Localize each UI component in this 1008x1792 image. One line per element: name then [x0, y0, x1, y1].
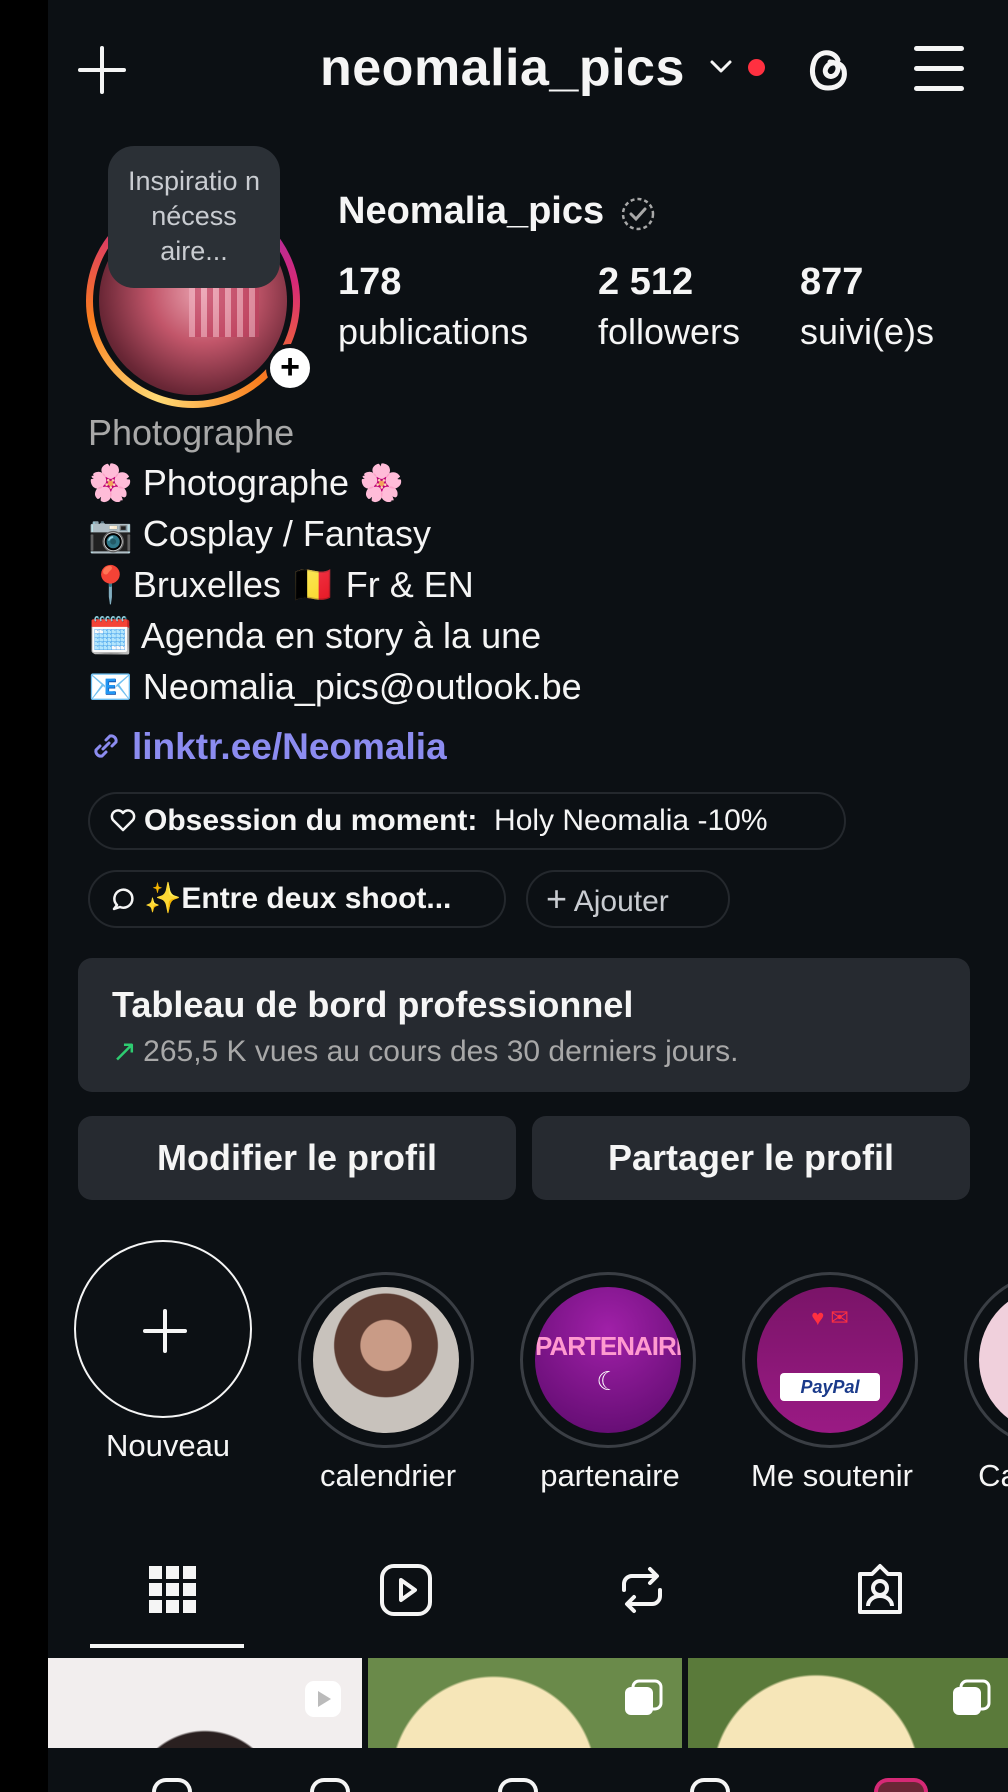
partenaire-cover-text: PARTENAIRE [535, 1331, 681, 1361]
stat-label: followers [598, 311, 741, 352]
highlight-cover [313, 1287, 459, 1433]
edit-profile-button[interactable]: Modifier le profil [78, 1116, 516, 1200]
create-icon[interactable] [498, 1778, 538, 1792]
carousel-badge-icon [953, 1679, 991, 1715]
stat-followers[interactable]: 2 512 followers [598, 258, 740, 358]
display-name: Neomalia_pics [338, 190, 605, 232]
account-username[interactable]: neomalia_pics [320, 38, 685, 98]
chevron-down-icon[interactable] [708, 54, 734, 80]
stat-value: 178 [338, 261, 402, 303]
profile-category: Photographe [88, 412, 295, 453]
heart-icon [110, 809, 136, 832]
highlight-label: calendrier [319, 1458, 457, 1493]
stat-label: suivi(e)s [800, 311, 935, 352]
bio-line: 📍Bruxelles 🇧🇪 Fr & EN [88, 564, 474, 605]
obsession-chip[interactable]: Obsession du moment: Holy Neomalia -10% [88, 792, 846, 850]
profile-screen: neomalia_pics + Inspiratio n nécess aire… [48, 0, 1008, 1792]
paypal-cover-text: PayPal [780, 1373, 880, 1401]
obsession-label: Obsession du moment: [144, 804, 478, 837]
home-icon[interactable] [152, 1778, 192, 1792]
add-chip-plus-icon: + [546, 878, 568, 919]
note-bubble[interactable]: Inspiratio n nécess aire... [108, 146, 280, 288]
grid-icon[interactable] [143, 1560, 203, 1620]
bio-line: 📷 Cosplay / Fantasy [88, 513, 431, 554]
thread-chip[interactable]: ✨Entre deux shoot... [88, 870, 506, 928]
heart-icon: ♥ ✉ [811, 1305, 849, 1330]
highlight-cover: PARTENAIRE ☾ [535, 1287, 681, 1433]
reels-nav-icon[interactable] [690, 1778, 730, 1792]
dashboard-subtitle: ↗ 265,5 K vues au cours des 30 derniers j… [112, 1034, 738, 1069]
professional-dashboard[interactable]: Tableau de bord professionnel ↗ 265,5 K v… [78, 958, 970, 1092]
bio-line: 🌸 Photographe 🌸 [88, 462, 404, 503]
profile-link[interactable]: linktr.ee/Neomalia [88, 726, 447, 768]
link-icon [94, 734, 118, 758]
stat-label: publications [338, 311, 529, 352]
highlight-label: partenaire [540, 1458, 680, 1493]
bio-line: 🗓️ Agenda en story à la une [88, 615, 542, 656]
reposts-icon[interactable] [612, 1560, 672, 1620]
highlight-cover: ♥ ✉ PayPal [757, 1287, 903, 1433]
stat-value: 2 512 [598, 261, 694, 303]
threads-chip-icon [112, 888, 134, 911]
top-bar: neomalia_pics [48, 0, 1008, 140]
carousel-badge-icon [625, 1679, 663, 1715]
stat-value: 877 [800, 261, 864, 303]
add-story-icon[interactable]: + [266, 344, 314, 392]
trend-up-icon: ↗ [112, 1035, 138, 1068]
notification-dot [748, 59, 765, 76]
stat-publications[interactable]: 178 publications [338, 258, 528, 358]
bio-line[interactable]: 📧 Neomalia_pics@outlook.be [88, 666, 582, 708]
moon-icon: ☾ [596, 1366, 620, 1396]
obsession-value: Holy Neomalia -10% [494, 804, 768, 837]
threads-icon[interactable] [800, 40, 856, 96]
thread-chip-text: ✨Entre deux shoot... [144, 882, 452, 915]
profile-link-text[interactable]: linktr.ee/Neomalia [132, 726, 447, 767]
reels-icon[interactable] [376, 1560, 436, 1620]
stat-following[interactable]: 877 suivi(e)s [800, 258, 934, 358]
share-profile-button[interactable]: Partager le profil [532, 1116, 970, 1200]
verified-badge-icon [621, 197, 655, 231]
tagged-icon[interactable] [850, 1560, 910, 1620]
active-tab-indicator [90, 1644, 244, 1648]
add-chip-button[interactable]: + Ajouter [526, 870, 730, 928]
add-highlight-icon [74, 1240, 252, 1418]
dashboard-title: Tableau de bord professionnel [112, 984, 634, 1025]
reel-badge-icon [305, 1681, 341, 1717]
highlight-cover [979, 1287, 1008, 1433]
search-icon[interactable] [310, 1778, 350, 1792]
dashboard-views: 265,5 K vues au cours des 30 derniers jo… [143, 1035, 739, 1068]
highlight-label: Nouveau [105, 1428, 231, 1463]
add-chip-label: Ajouter [573, 885, 669, 918]
profile-nav-avatar[interactable] [874, 1778, 928, 1792]
menu-icon[interactable] [914, 44, 966, 94]
plus-icon[interactable] [74, 42, 130, 98]
highlight-label: Ca [978, 1458, 1008, 1493]
